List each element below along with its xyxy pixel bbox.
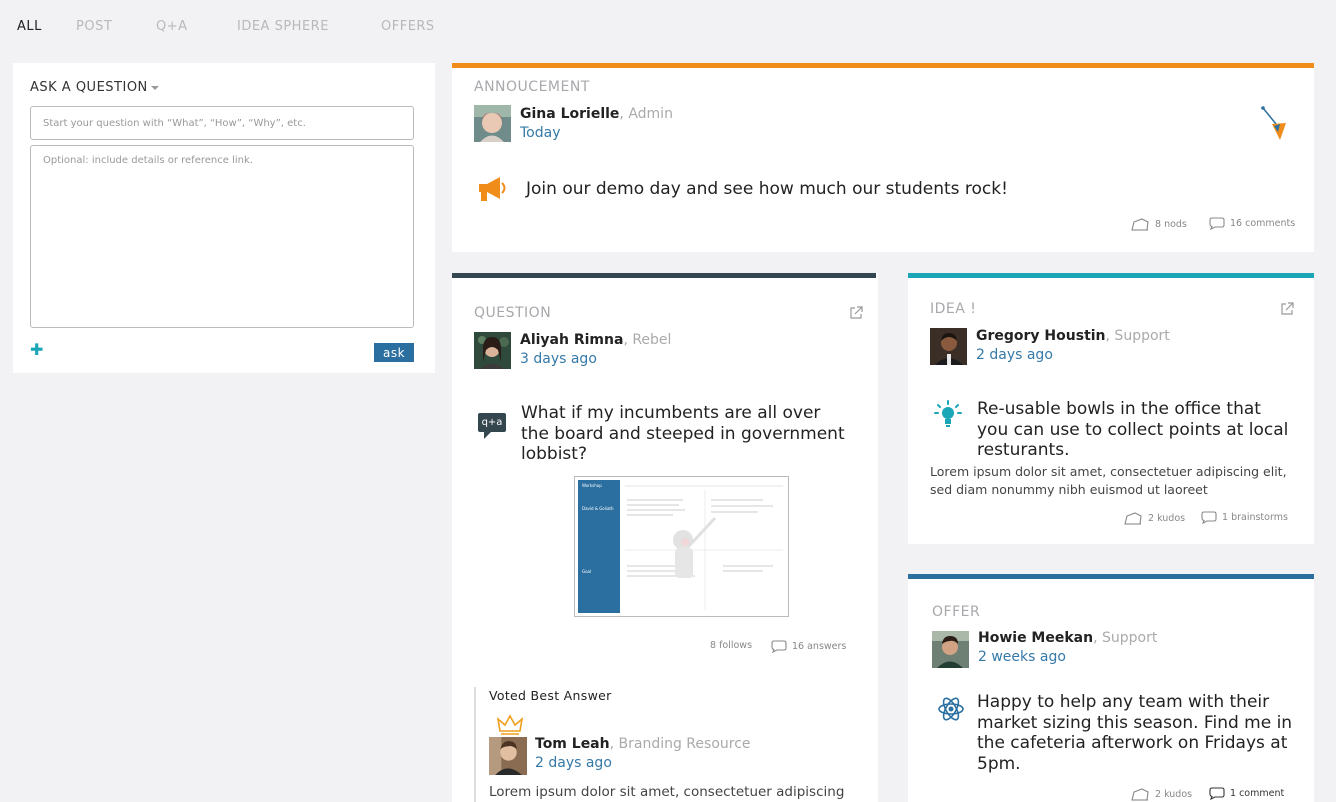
- author-role: , Rebel: [623, 332, 672, 348]
- answer-timestamp: 2 days ago: [535, 755, 612, 771]
- announcement-type-label: ANNOUCEMENT: [474, 79, 590, 95]
- caret-down-icon: [150, 85, 159, 90]
- post-timestamp: 2 weeks ago: [978, 649, 1066, 665]
- kudos-count[interactable]: 2 kudos: [1130, 787, 1192, 801]
- comments-label: 16 comments: [1230, 218, 1296, 229]
- lightbulb-icon: [934, 400, 962, 427]
- question-text: What if my incumbents are all over the b…: [521, 403, 845, 464]
- add-attachment-icon[interactable]: ✚: [30, 342, 43, 358]
- idea-accent-bar: [908, 273, 1314, 278]
- question-author: Aliyah Rimna, Rebel: [520, 329, 671, 348]
- best-answer-heading: Voted Best Answer: [489, 688, 612, 703]
- post-timestamp: 2 days ago: [976, 347, 1053, 363]
- answers-label: 16 answers: [792, 641, 847, 652]
- kudos-label: 2 kudos: [1155, 788, 1193, 800]
- answer-author: Tom Leah, Branding Resource: [535, 733, 751, 752]
- tab-post[interactable]: POST: [76, 19, 112, 34]
- brainstorms-label: 1 brainstorms: [1222, 512, 1288, 523]
- tab-all[interactable]: ALL: [17, 19, 42, 34]
- idea-text: Re-usable bowls in the office that you c…: [977, 399, 1289, 460]
- comment-icon: [1209, 787, 1225, 800]
- attachment-thumbnail[interactable]: Workshop David & Goliath Goal: [574, 476, 789, 617]
- kudos-count[interactable]: 2 kudos: [1123, 511, 1185, 525]
- worksheet-goal: Goal: [582, 569, 592, 574]
- worksheet-heading: Workshop: [582, 483, 602, 488]
- author-role: , Support: [1093, 630, 1158, 646]
- offer-type-label: OFFER: [932, 604, 981, 620]
- follows-label: 8 follows: [710, 640, 753, 651]
- question-accent-bar: [452, 273, 876, 278]
- kudos-label: 2 kudos: [1148, 512, 1186, 524]
- pin-icon[interactable]: [1260, 106, 1288, 142]
- offer-accent-bar: [908, 574, 1314, 579]
- author-name[interactable]: Tom Leah: [535, 736, 610, 752]
- comment-icon: [1209, 217, 1225, 230]
- question-type-label: QUESTION: [474, 305, 552, 321]
- brainstorms-count[interactable]: 1 brainstorms: [1201, 511, 1288, 524]
- question-card: QUESTION Aliyah Rimna, Rebel 3 days ago …: [452, 273, 878, 802]
- comments-count[interactable]: 16 comments: [1209, 217, 1295, 230]
- tab-qa[interactable]: Q+A: [156, 19, 188, 34]
- post-timestamp: Today: [520, 125, 561, 141]
- question-input[interactable]: [30, 106, 414, 140]
- external-link-icon[interactable]: [1280, 302, 1294, 316]
- comments-label: 1 comment: [1230, 788, 1285, 799]
- author-role: , Branding Resource: [609, 736, 751, 752]
- idea-author: Gregory Houstin, Support: [976, 325, 1170, 344]
- details-textarea[interactable]: [30, 145, 414, 328]
- author-name[interactable]: Gina Lorielle: [520, 106, 619, 122]
- idea-detail: Lorem ipsum dolor sit amet, consectetuer…: [930, 464, 1287, 497]
- author-name[interactable]: Howie Meekan: [978, 630, 1093, 646]
- filter-tabs: ALL POST Q+A IDEA SPHERE OFFERS: [0, 0, 1336, 52]
- announcement-card: ANNOUCEMENT Gina Lorielle, Admin Today J…: [452, 63, 1314, 252]
- nods-label: 8 nods: [1155, 218, 1187, 230]
- kudos-icon: [1131, 788, 1149, 801]
- tab-idea-sphere[interactable]: IDEA SPHERE: [237, 19, 329, 34]
- qa-icon-tail: [484, 432, 491, 439]
- answer-text: Lorem ipsum dolor sit amet, consectetuer…: [489, 784, 845, 800]
- avatar-howie-meekan[interactable]: [932, 631, 969, 668]
- qa-icon-text: q+a: [478, 413, 506, 432]
- crown-icon: [497, 714, 523, 735]
- author-role: , Support: [1105, 328, 1170, 344]
- comment-icon: [1201, 511, 1217, 524]
- tab-offers[interactable]: OFFERS: [381, 19, 435, 34]
- nods-count[interactable]: 8 nods: [1130, 217, 1187, 231]
- megaphone-icon: [479, 177, 506, 201]
- external-link-icon[interactable]: [849, 306, 863, 320]
- comment-icon: [771, 640, 787, 653]
- worksheet-sidebar: Workshop David & Goliath Goal: [578, 480, 620, 613]
- idea-card: IDEA ! Gregory Houstin, Support 2 days a…: [908, 273, 1314, 544]
- author-role: , Admin: [619, 106, 673, 122]
- worksheet-diagram: [625, 485, 783, 610]
- post-timestamp: 3 days ago: [520, 351, 597, 367]
- follows-count[interactable]: 8 follows: [710, 640, 752, 651]
- ask-question-title: ASK A QUESTION: [30, 80, 148, 95]
- announcement-accent-bar: [452, 63, 1314, 68]
- announcement-author: Gina Lorielle, Admin: [520, 103, 673, 122]
- worksheet-title: David & Goliath: [582, 506, 614, 511]
- comments-count[interactable]: 1 comment: [1209, 787, 1284, 800]
- announcement-text: Join our demo day and see how much our s…: [526, 179, 1008, 199]
- answer-divider: [474, 687, 476, 802]
- ask-button[interactable]: ask: [374, 343, 414, 362]
- avatar-gina-lorielle[interactable]: [474, 105, 511, 142]
- avatar-gregory-houstin[interactable]: [930, 328, 967, 365]
- kudos-icon: [1124, 512, 1142, 525]
- ask-question-dropdown[interactable]: ASK A QUESTION: [30, 80, 159, 95]
- qa-icon: q+a: [478, 413, 506, 439]
- atom-icon: [938, 697, 964, 721]
- avatar-tom-leah[interactable]: [489, 737, 527, 775]
- offer-card: OFFER Howie Meekan, Support 2 weeks ago …: [908, 574, 1314, 802]
- answers-count[interactable]: 16 answers: [771, 640, 846, 653]
- idea-type-label: IDEA !: [930, 301, 977, 317]
- avatar-aliyah-rimna[interactable]: [474, 332, 511, 369]
- author-name[interactable]: Gregory Houstin: [976, 328, 1106, 344]
- ask-question-panel: ASK A QUESTION ✚ ask: [13, 63, 435, 373]
- offer-author: Howie Meekan, Support: [978, 627, 1157, 646]
- offer-text: Happy to help any team with their market…: [977, 692, 1293, 774]
- nod-icon: [1131, 218, 1149, 231]
- author-name[interactable]: Aliyah Rimna: [520, 332, 623, 348]
